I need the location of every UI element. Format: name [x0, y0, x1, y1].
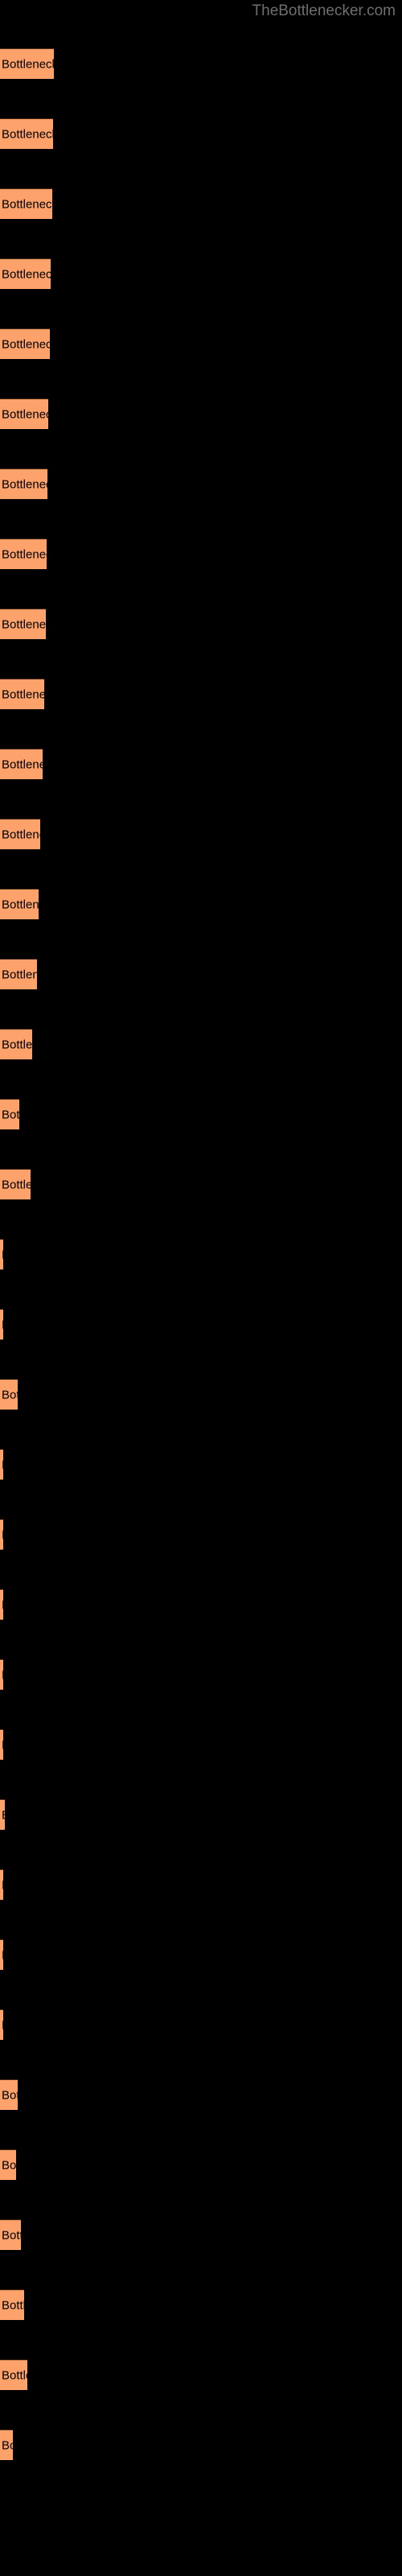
bar-label: Bottleneck result: [2, 1598, 3, 1612]
bar-label: Bottleneck result: [2, 1808, 5, 1822]
bar[interactable]: Bottleneck result: [0, 1659, 3, 1690]
bar[interactable]: Bottleneck result: [0, 2079, 18, 2110]
bar[interactable]: Bottleneck result: [0, 679, 44, 709]
bar[interactable]: Bottleneck result: [0, 1869, 3, 1900]
bar[interactable]: Bottleneck result: [0, 889, 39, 919]
bar-label: Bottleneck result: [2, 127, 53, 141]
bar[interactable]: Bottleneck result: [0, 1239, 3, 1269]
bar[interactable]: Bottleneck result: [0, 1519, 3, 1550]
bar-label: Bottleneck result: [2, 57, 54, 71]
bar[interactable]: Bottleneck result: [0, 2149, 16, 2180]
bar-label: Bottleneck result: [2, 828, 40, 841]
bar-label: Bottleneck result: [2, 1878, 3, 1892]
bar-label: Bottleneck result: [2, 1528, 3, 1542]
bar-label: Bottleneck result: [2, 898, 39, 911]
bar-label: Bottleneck result: [2, 407, 48, 421]
bar[interactable]: Bottleneck result: [0, 1169, 31, 1199]
bar[interactable]: Bottleneck result: [0, 1099, 19, 1129]
bar[interactable]: Bottleneck result: [0, 48, 54, 79]
bar[interactable]: Bottleneck result: [0, 258, 51, 289]
bar-label: Bottleneck result: [2, 2368, 27, 2382]
bar-label: Bottleneck result: [2, 687, 44, 701]
bar-label: Bottleneck result: [2, 547, 47, 561]
bar[interactable]: Bottleneck result: [0, 609, 46, 639]
bar[interactable]: Bottleneck result: [0, 1589, 3, 1620]
bar[interactable]: Bottleneck result: [0, 118, 53, 149]
bar[interactable]: Bottleneck result: [0, 1449, 3, 1480]
bar-label: Bottleneck result: [2, 758, 43, 771]
bar-label: Bottleneck result: [2, 1668, 3, 1682]
bar[interactable]: Bottleneck result: [0, 1309, 3, 1340]
bar-label: Bottleneck result: [2, 267, 51, 281]
bar[interactable]: Bottleneck result: [0, 2429, 13, 2460]
bar-label: Bottleneck result: [2, 2158, 16, 2172]
bar-label: Bottleneck result: [2, 1318, 3, 1331]
bar-label: Bottleneck result: [2, 1248, 3, 1261]
bar[interactable]: Bottleneck result: [0, 188, 52, 219]
bar-label: Bottleneck result: [2, 337, 50, 351]
bar-label: Bottleneck result: [2, 2228, 21, 2242]
page-root: TheBottlenecker.com Bottleneck resultBot…: [0, 0, 402, 2576]
bar-label: Bottleneck result: [2, 2298, 24, 2312]
bar-label: Bottleneck result: [2, 617, 46, 631]
bar-label: Bottleneck result: [2, 477, 47, 491]
bar-label: Bottleneck result: [2, 1178, 31, 1191]
bar[interactable]: Bottleneck result: [0, 2359, 27, 2390]
bar[interactable]: Bottleneck result: [0, 1029, 32, 1059]
bar-label: Bottleneck result: [2, 1948, 3, 1962]
bar-label: Bottleneck result: [2, 1738, 3, 1752]
bar[interactable]: Bottleneck result: [0, 1379, 18, 1410]
bar[interactable]: Bottleneck result: [0, 539, 47, 569]
bar-label: Bottleneck result: [2, 2018, 3, 2032]
bar[interactable]: Bottleneck result: [0, 2289, 24, 2320]
bar[interactable]: Bottleneck result: [0, 328, 50, 359]
bar[interactable]: Bottleneck result: [0, 2009, 3, 2040]
bar-label: Bottleneck result: [2, 2088, 18, 2102]
bar-label: Bottleneck result: [2, 1038, 32, 1051]
bar[interactable]: Bottleneck result: [0, 1799, 5, 1830]
bar[interactable]: Bottleneck result: [0, 398, 48, 429]
bar[interactable]: Bottleneck result: [0, 469, 47, 499]
bar-label: Bottleneck result: [2, 968, 37, 981]
bar-label: Bottleneck result: [2, 1108, 19, 1121]
bar[interactable]: Bottleneck result: [0, 749, 43, 779]
bar-label: Bottleneck result: [2, 1458, 3, 1472]
bar-label: Bottleneck result: [2, 197, 52, 211]
bar[interactable]: Bottleneck result: [0, 959, 37, 989]
bar[interactable]: Bottleneck result: [0, 819, 40, 849]
bar[interactable]: Bottleneck result: [0, 1729, 3, 1760]
bar-label: Bottleneck result: [2, 1388, 18, 1402]
bar-label: Bottleneck result: [2, 2438, 13, 2452]
bar[interactable]: Bottleneck result: [0, 1939, 3, 1970]
bottleneck-bar-chart: Bottleneck result Bottleneck result Bottle…: [0, 0, 402, 2576]
bar[interactable]: Bottleneck result: [0, 2219, 21, 2250]
